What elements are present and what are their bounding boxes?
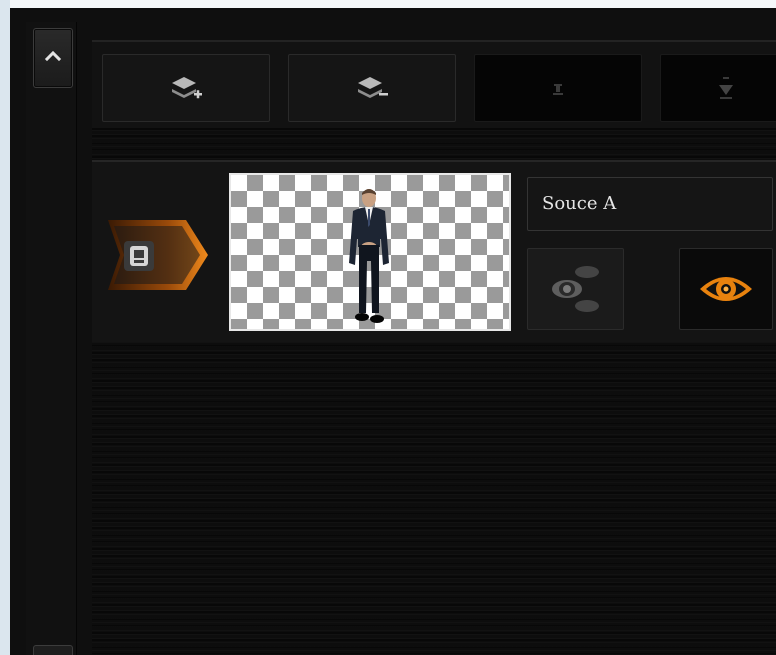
move-down-icon <box>553 84 563 95</box>
move-bottom-button[interactable] <box>660 54 776 122</box>
move-bottom-icon <box>719 77 733 99</box>
source-name-field[interactable]: Souce A <box>527 177 773 231</box>
live-input-badge[interactable] <box>106 218 210 292</box>
layer-add-icon <box>172 77 202 99</box>
live-input-icon <box>108 220 208 290</box>
vertical-scrollbar[interactable] <box>26 22 77 655</box>
add-layer-button[interactable] <box>102 54 270 122</box>
visible-eye-icon <box>700 277 752 301</box>
scroll-down-button[interactable] <box>33 645 73 655</box>
window-top-edge <box>10 0 776 8</box>
move-down-button[interactable] <box>474 54 642 122</box>
layers-panel: Souce A <box>0 0 776 655</box>
remove-layer-button[interactable] <box>288 54 456 122</box>
layer-toolbar <box>92 40 776 130</box>
scroll-up-button[interactable] <box>33 28 73 88</box>
hide-source-button[interactable] <box>527 248 624 330</box>
presenter-thumbnail <box>349 189 389 323</box>
layer-remove-icon <box>358 77 388 98</box>
hidden-eye-icon <box>551 266 599 312</box>
source-thumbnail[interactable] <box>229 173 511 331</box>
show-source-button[interactable] <box>679 248 773 330</box>
chevron-up-icon <box>44 50 62 62</box>
